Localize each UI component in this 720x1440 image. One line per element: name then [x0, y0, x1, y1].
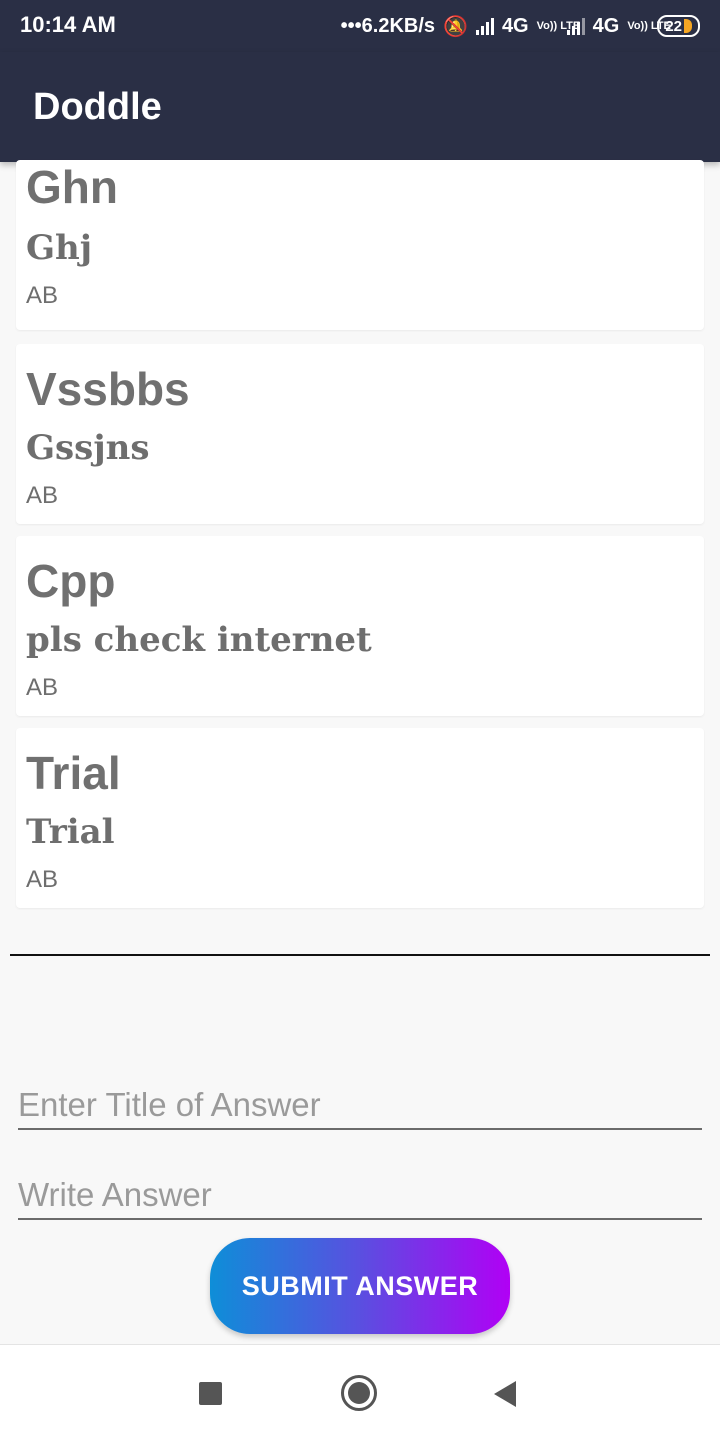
battery-level: 22 — [665, 17, 682, 35]
network-speed: •••6.2KB/s — [340, 14, 436, 37]
answer-author: AB — [26, 674, 59, 701]
answer-text-input[interactable] — [18, 1160, 702, 1218]
battery-icon: 22 — [657, 15, 700, 37]
recents-icon[interactable] — [199, 1382, 222, 1405]
signal-icon — [475, 17, 494, 35]
answer-title: Trial — [26, 747, 121, 799]
signal-icon — [566, 17, 585, 35]
app-bar: Doddle — [0, 52, 720, 162]
answer-card[interactable]: Trial Trial AB — [16, 728, 704, 908]
answer-author: AB — [26, 282, 59, 309]
volte-badge-2: Vo)) LTE — [627, 19, 671, 32]
status-icons: •••6.2KB/s 🔕 4G Vo)) LTE 4G Vo)) LTE 22 — [341, 10, 700, 42]
answer-title-input[interactable] — [18, 1070, 702, 1128]
answer-card[interactable]: Vssbbs Gssjns AB — [16, 344, 704, 524]
network-type-2: 4G — [592, 14, 620, 37]
answer-author: AB — [26, 866, 59, 893]
answer-text-field[interactable] — [18, 1160, 702, 1220]
answer-card[interactable]: Ghn Ghj AB — [16, 160, 704, 330]
answer-title: Ghn — [26, 161, 118, 213]
answer-body: Gssjns — [26, 428, 150, 468]
submit-answer-button[interactable]: SUBMIT ANSWER — [210, 1238, 510, 1334]
network-type-1: 4G — [501, 14, 529, 37]
answer-card[interactable]: Cpp pls check internet AB — [16, 536, 704, 716]
answer-body: pls check internet — [26, 620, 372, 660]
app-title: Doddle — [33, 86, 162, 128]
answer-title: Vssbbs — [26, 363, 190, 415]
answer-body: Trial — [26, 812, 115, 852]
answer-title: Cpp — [26, 555, 116, 607]
home-icon[interactable] — [341, 1375, 377, 1411]
status-bar: 10:14 AM •••6.2KB/s 🔕 4G Vo)) LTE 4G Vo)… — [0, 0, 720, 52]
answer-title-field[interactable] — [18, 1070, 702, 1130]
back-icon[interactable] — [494, 1381, 516, 1407]
navigation-bar — [0, 1344, 720, 1440]
answer-author: AB — [26, 482, 59, 509]
answer-body: Ghj — [26, 228, 93, 268]
volte-badge-1: Vo)) LTE — [536, 19, 581, 32]
status-time: 10:14 AM — [20, 12, 116, 37]
mute-icon: 🔕 — [443, 15, 468, 38]
divider — [10, 954, 710, 956]
